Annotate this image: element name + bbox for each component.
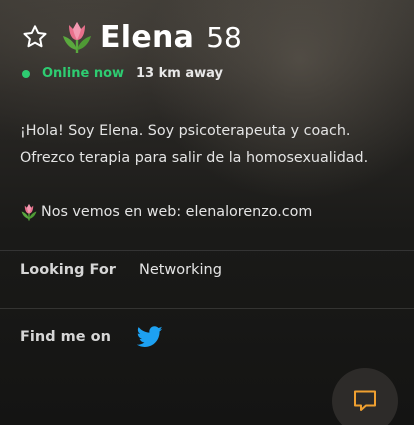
twitter-icon[interactable] [136,326,163,348]
looking-for-label: Looking For [20,262,116,278]
profile-header: Elena 58 [20,16,242,58]
chat-button[interactable] [332,368,398,425]
profile-name: Elena [100,19,195,55]
looking-for-value: Networking [138,262,222,278]
find-me-on-label: Find me on [20,329,111,345]
tulip-icon [63,22,91,53]
bio-web-text: Nos vemos en web: elenalorenzo.com [41,204,313,220]
chat-icon [354,390,376,411]
favorite-star-icon[interactable] [20,22,50,52]
bio-line-1: ¡Hola! Soy Elena. Soy psicoterapeuta y c… [20,123,351,139]
profile-age: 58 [206,20,242,54]
online-status: Online now [42,66,125,81]
bio-web-line: Nos vemos en web: elenalorenzo.com [20,202,312,222]
distance-text: 13 km away [136,66,223,81]
profile-bio: ¡Hola! Soy Elena. Soy psicoterapeuta y c… [20,118,405,172]
section-divider [0,308,414,309]
tulip-icon [21,204,37,221]
online-indicator-dot [22,69,30,78]
looking-for-row: Looking For Networking [20,262,222,278]
bio-line-2: Ofrezco terapia para salir de la homosex… [20,150,369,166]
status-row: Online now 13 km away [22,66,223,81]
find-me-on-row: Find me on [20,326,163,348]
section-divider [0,250,414,251]
